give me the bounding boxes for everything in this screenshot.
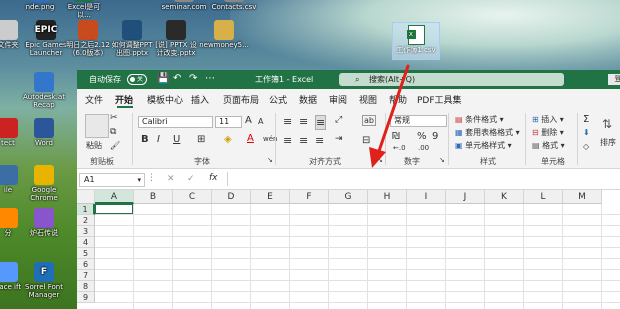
arrow-line xyxy=(376,64,410,156)
arrow-head xyxy=(369,147,386,168)
annotation-arrow xyxy=(369,64,410,168)
